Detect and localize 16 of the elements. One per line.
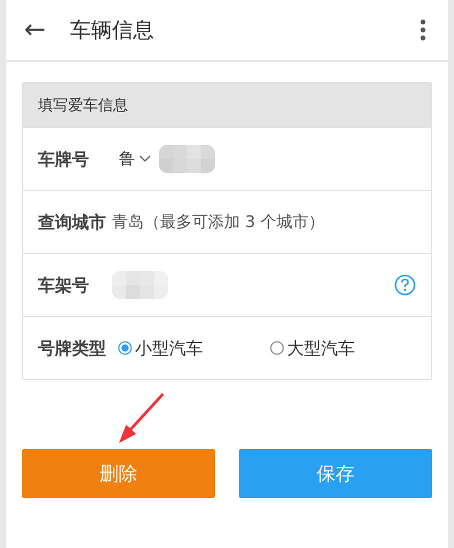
field-label: 车牌号 — [38, 148, 90, 170]
radio-option[interactable]: 大型汽车 — [270, 336, 355, 360]
blurred-value — [112, 271, 168, 299]
caret-icon[interactable] — [139, 155, 151, 163]
field-label: 车架号 — [38, 274, 90, 296]
blurred-value — [159, 145, 215, 173]
help-icon[interactable] — [394, 274, 416, 296]
more-icon[interactable] — [420, 19, 426, 41]
field-label: 号牌类型 — [38, 338, 106, 360]
page-title: 车辆信息 — [70, 17, 155, 44]
back-button[interactable]: ← — [24, 17, 56, 43]
radio-option[interactable]: 小型汽车 — [118, 336, 203, 360]
section-header: 填写爱车信息 — [23, 83, 431, 127]
city-value[interactable]: 青岛（最多可添加 3 个城市） — [112, 212, 324, 232]
field-label: 查询城市 — [38, 212, 106, 234]
province-select[interactable]: 鲁 — [119, 148, 135, 170]
